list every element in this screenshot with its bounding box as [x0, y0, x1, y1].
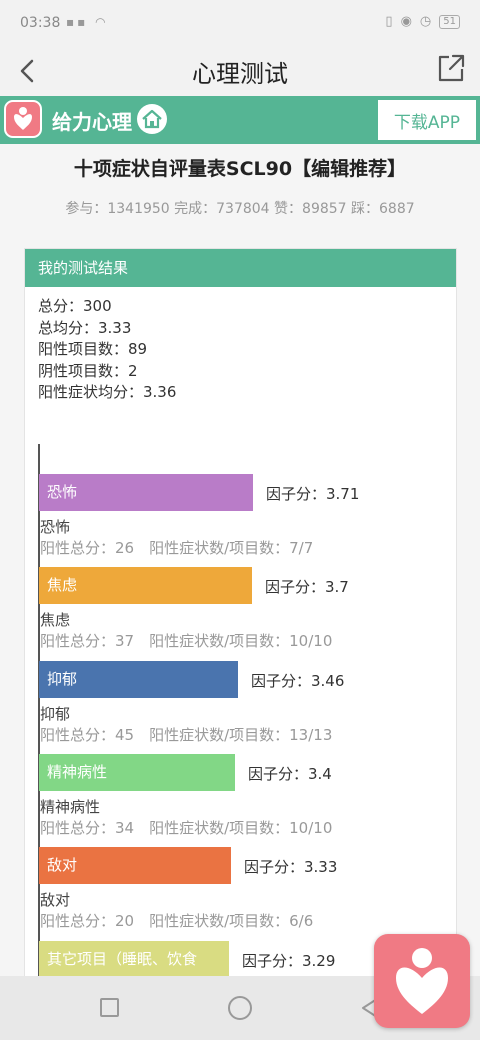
factor-name: 焦虑: [40, 611, 71, 630]
brand-logo: [4, 100, 42, 138]
factor-bar: 其它项目（睡眠、饮食: [39, 940, 229, 976]
factor-chart: 恐怖 因子分：3.71 恐怖 阳性总分：26 阳性症状数/项目数：7/7 焦虑 因子分：3…: [25, 444, 458, 976]
summary-line: 阳性症状均分：3.36: [38, 383, 177, 401]
factor-name: 精神病性: [40, 797, 101, 816]
factor-name: 抑郁: [40, 704, 71, 723]
factor-row: 精神病性 因子分：3.4 精神病性 阳性总分：34 阳性症状数/项目数：10/10: [39, 753, 458, 847]
heart-person-icon: [14, 107, 32, 130]
download-app-button[interactable]: 下载APP: [378, 100, 476, 140]
factor-bar: 焦虑: [39, 567, 252, 605]
factor-score: 因子分：3.7: [265, 578, 349, 597]
battery-icon: 51: [439, 14, 460, 29]
nav-bar: 心理测试: [0, 46, 480, 96]
share-icon[interactable]: [436, 52, 466, 84]
factor-row: 恐怖 因子分：3.71 恐怖 阳性总分：26 阳性症状数/项目数：7/7: [39, 474, 458, 567]
factor-bar: 敌对: [39, 847, 231, 885]
factor-detail: 阳性总分：45 阳性症状数/项目数：13/13: [40, 725, 333, 744]
factor-row: 敌对 因子分：3.33 敌对 阳性总分：20 阳性症状数/项目数：6/6: [39, 847, 458, 940]
factor-detail: 阳性总分：20 阳性症状数/项目数：6/6: [40, 912, 314, 931]
recent-apps-button[interactable]: [100, 998, 119, 1017]
test-title: 十项症状自评量表SCL90【编辑推荐】: [73, 158, 407, 180]
factor-name: 恐怖: [40, 518, 71, 536]
factor-name: 敌对: [40, 891, 71, 910]
factor-bar: 恐怖: [39, 474, 253, 511]
factor-row: 焦虑 因子分：3.7 焦虑 阳性总分：37 阳性症状数/项目数：10/10: [39, 567, 458, 660]
result-card: 我的测试结果 总分：300 总均分：3.33 阳性项目数：89 阴性项目数：2 …: [24, 248, 457, 976]
factor-score: 因子分：3.33: [244, 858, 338, 877]
factor-bar: 抑郁: [39, 660, 238, 698]
factor-row: 抑郁 因子分：3.46 抑郁 阳性总分：45 阳性症状数/项目数：13/13: [39, 660, 458, 754]
sync-icon: ◉: [400, 14, 412, 29]
factor-score: 因子分：3.71: [266, 485, 360, 503]
summary-line: 总均分：3.33: [38, 318, 132, 337]
factor-score: 因子分：3.29: [242, 951, 336, 970]
summary-line: 总分：300: [38, 297, 112, 315]
brand-name: 给力心理: [52, 110, 132, 134]
status-bar: 03:38 ▪▪ ◠ ▯ ◉ ◷ 51: [0, 0, 480, 46]
brand-bar: 给力心理 下载APP: [0, 96, 480, 144]
status-icons: ▯ ◉ ◷ 51: [385, 14, 460, 29]
floating-app-button[interactable]: [374, 934, 470, 1028]
factor-detail: 阳性总分：34 阳性症状数/项目数：10/10: [40, 818, 333, 837]
notification-icons: ▪▪ ◠: [66, 15, 109, 29]
test-stats: 参与：1341950 完成：737804 赞：89857 踩：6887: [65, 201, 415, 217]
factor-score: 因子分：3.46: [251, 671, 345, 690]
vibrate-icon: ▯: [385, 14, 393, 29]
factor-detail: 阳性总分：26 阳性症状数/项目数：7/7: [40, 539, 314, 557]
factor-score: 因子分：3.4: [248, 764, 332, 783]
heart-person-icon: [396, 948, 448, 1014]
result-header: 我的测试结果: [25, 249, 456, 287]
main-content: 十项症状自评量表SCL90【编辑推荐】 参与：1341950 完成：737804…: [0, 144, 480, 976]
summary-line: 阳性项目数：89: [38, 340, 148, 358]
status-time: 03:38: [20, 15, 61, 31]
factor-detail: 阳性总分：37 阳性症状数/项目数：10/10: [40, 632, 333, 651]
home-icon[interactable]: [136, 103, 168, 135]
summary-line: 阴性项目数：2: [38, 361, 138, 380]
alarm-icon: ◷: [419, 14, 432, 29]
result-summary: 总分：300 总均分：3.33 阳性项目数：89 阴性项目数：2 阳性症状均分：…: [25, 287, 456, 404]
factor-bar: 精神病性: [39, 753, 235, 791]
home-button[interactable]: [228, 996, 252, 1020]
page-title: 心理测试: [192, 60, 288, 88]
